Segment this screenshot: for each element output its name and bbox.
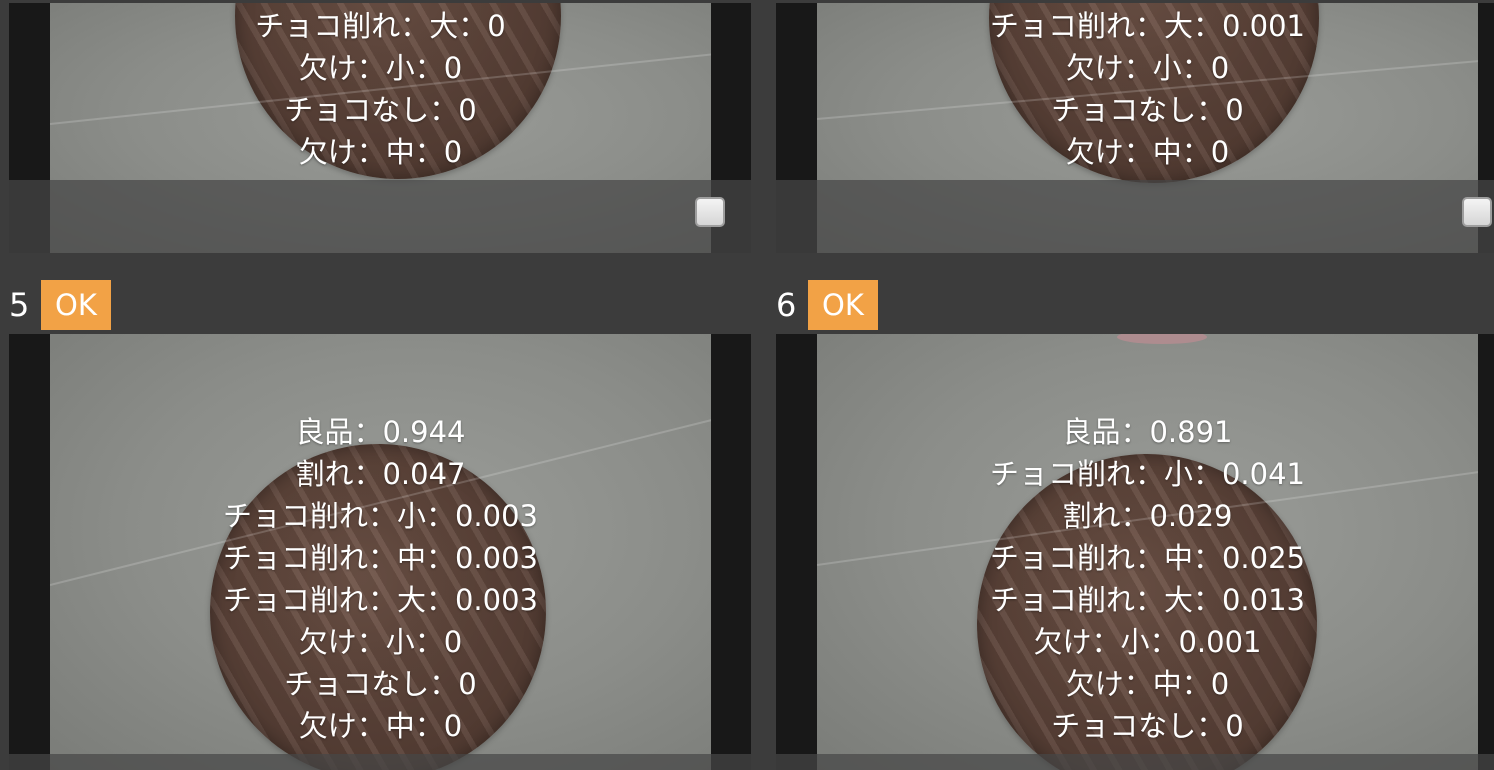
score-list: チョコ削れ：大：0 欠け：小：0 チョコなし：0 欠け：中：0 bbox=[50, 5, 711, 173]
result-header-6: 6 OK bbox=[776, 280, 878, 330]
score-line: 良品：0.891 bbox=[1062, 415, 1233, 449]
score-line: 欠け：中：0 bbox=[298, 709, 463, 743]
score-line: 欠け：中：0 bbox=[1065, 135, 1230, 169]
score-line: チョコ削れ：大：0.003 bbox=[222, 583, 539, 617]
score-line: 欠け：小：0 bbox=[1065, 51, 1230, 85]
score-list: チョコ削れ：大：0.001 欠け：小：0 チョコなし：0 欠け：中：0 bbox=[817, 5, 1478, 173]
score-line: 欠け：中：0 bbox=[1065, 667, 1230, 701]
score-line: 割れ：0.047 bbox=[295, 457, 466, 491]
score-line: 欠け：小：0 bbox=[298, 51, 463, 85]
result-card-top-right: チョコ削れ：大：0.001 欠け：小：0 チョコなし：0 欠け：中：0 bbox=[776, 3, 1494, 253]
score-line: 欠け：小：0 bbox=[298, 625, 463, 659]
score-line: チョコ削れ：小：0.003 bbox=[222, 499, 539, 533]
score-line: チョコなし：0 bbox=[1051, 709, 1244, 743]
score-line: チョコなし：0 bbox=[1051, 93, 1244, 127]
result-card-top-left: チョコ削れ：大：0 欠け：小：0 チョコなし：0 欠け：中：0 bbox=[9, 3, 751, 253]
score-line: チョコ削れ：中：0.003 bbox=[222, 541, 539, 575]
image-footer-bar bbox=[776, 754, 1494, 770]
score-line: チョコ削れ：大：0 bbox=[255, 9, 506, 43]
score-line: チョコ削れ：小：0.041 bbox=[989, 457, 1306, 491]
result-card-6: 良品：0.891 チョコ削れ：小：0.041 割れ：0.029 チョコ削れ：中：… bbox=[776, 334, 1494, 770]
result-number: 5 bbox=[9, 286, 30, 324]
image-footer-bar bbox=[9, 180, 751, 253]
select-checkbox[interactable] bbox=[695, 197, 725, 227]
score-line: 欠け：小：0.001 bbox=[1033, 625, 1262, 659]
score-line: チョコなし：0 bbox=[284, 667, 477, 701]
image-footer-bar bbox=[776, 180, 1494, 253]
score-list: 良品：0.944 割れ：0.047 チョコ削れ：小：0.003 チョコ削れ：中：… bbox=[50, 411, 711, 747]
result-header-5: 5 OK bbox=[9, 280, 111, 330]
score-line: 欠け：中：0 bbox=[298, 135, 463, 169]
result-card-5: 良品：0.944 割れ：0.047 チョコ削れ：小：0.003 チョコ削れ：中：… bbox=[9, 334, 751, 770]
select-checkbox[interactable] bbox=[1462, 197, 1492, 227]
ok-status-badge: OK bbox=[808, 280, 878, 330]
score-line: チョコ削れ：中：0.025 bbox=[989, 541, 1306, 575]
score-line: チョコ削れ：大：0.001 bbox=[989, 9, 1306, 43]
score-line: 良品：0.944 bbox=[295, 415, 466, 449]
ok-status-badge: OK bbox=[41, 280, 111, 330]
score-line: チョコなし：0 bbox=[284, 93, 477, 127]
result-number: 6 bbox=[776, 286, 797, 324]
inspection-results-grid: チョコ削れ：大：0 欠け：小：0 チョコなし：0 欠け：中：0 チョコ削れ：大：… bbox=[0, 0, 1494, 770]
score-line: 割れ：0.029 bbox=[1062, 499, 1233, 533]
score-line: チョコ削れ：大：0.013 bbox=[989, 583, 1306, 617]
score-list: 良品：0.891 チョコ削れ：小：0.041 割れ：0.029 チョコ削れ：中：… bbox=[817, 411, 1478, 747]
image-footer-bar bbox=[9, 754, 751, 770]
